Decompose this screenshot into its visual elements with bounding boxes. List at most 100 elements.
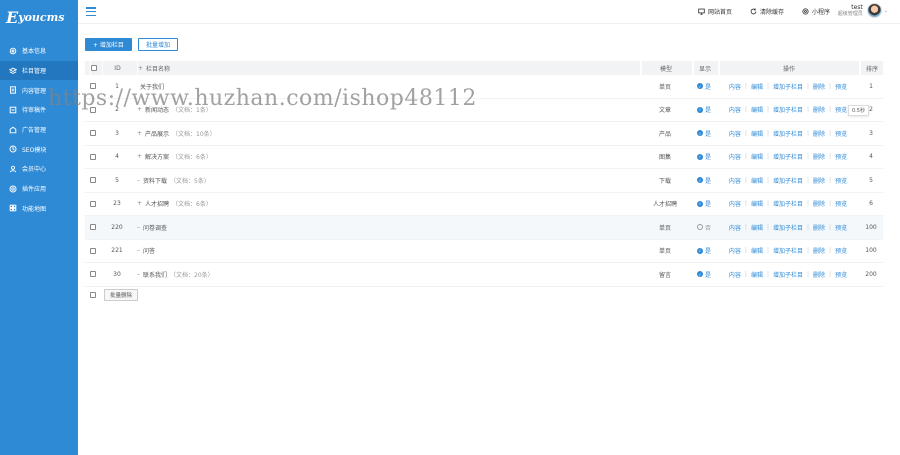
select-all-checkbox[interactable] bbox=[91, 65, 97, 71]
expand-toggle-icon[interactable]: – bbox=[137, 247, 140, 254]
sidebar-item-member[interactable]: 会员中心 bbox=[0, 159, 78, 179]
chevron-down-icon[interactable]: ⌄ bbox=[884, 8, 888, 14]
sidebar-item-pending[interactable]: 待审稿件 bbox=[0, 100, 78, 120]
footer-select-all-checkbox[interactable] bbox=[90, 292, 96, 298]
delete-link[interactable]: 删除 bbox=[813, 270, 825, 279]
delete-link[interactable]: 删除 bbox=[813, 129, 825, 138]
column-name[interactable]: 新闻动态 bbox=[145, 105, 169, 114]
expand-toggle-icon[interactable]: + bbox=[137, 106, 142, 113]
edit-link[interactable]: 编辑 bbox=[751, 152, 763, 161]
content-link[interactable]: 内容 bbox=[729, 176, 741, 185]
column-name[interactable]: 人才招聘 bbox=[145, 199, 169, 208]
miniapp-link[interactable]: 小程序 bbox=[802, 7, 830, 16]
sort-input[interactable]: 100 bbox=[861, 245, 881, 257]
expand-toggle-icon[interactable]: + bbox=[137, 153, 142, 160]
content-link[interactable]: 内容 bbox=[729, 223, 741, 232]
add-subcolumn-link[interactable]: 增加子栏目 bbox=[773, 223, 803, 232]
sidebar-item-basic-info[interactable]: 基本信息 bbox=[0, 41, 78, 61]
preview-link[interactable]: 预览 bbox=[835, 223, 847, 232]
batch-add-button[interactable]: 批量增加 bbox=[137, 38, 178, 51]
preview-link[interactable]: 预览 bbox=[835, 105, 847, 114]
content-link[interactable]: 内容 bbox=[729, 270, 741, 279]
preview-link[interactable]: 预览 bbox=[835, 82, 847, 91]
sidebar-item-plugins[interactable]: 插件应用 bbox=[0, 179, 78, 199]
row-checkbox[interactable] bbox=[90, 200, 96, 207]
row-checkbox[interactable] bbox=[90, 247, 96, 254]
add-subcolumn-link[interactable]: 增加子栏目 bbox=[773, 246, 803, 255]
preview-link[interactable]: 预览 bbox=[835, 270, 847, 279]
visible-toggle[interactable]: ✓ 是 bbox=[696, 270, 711, 279]
content-link[interactable]: 内容 bbox=[729, 82, 741, 91]
edit-link[interactable]: 编辑 bbox=[751, 270, 763, 279]
edit-link[interactable]: 编辑 bbox=[751, 246, 763, 255]
preview-link[interactable]: 预览 bbox=[835, 246, 847, 255]
delete-link[interactable]: 删除 bbox=[813, 176, 825, 185]
add-subcolumn-link[interactable]: 增加子栏目 bbox=[773, 82, 803, 91]
sidebar-item-function-map[interactable]: 功能地图 bbox=[0, 199, 78, 219]
row-checkbox[interactable] bbox=[90, 271, 96, 278]
column-name[interactable]: 联系我们 bbox=[143, 270, 167, 279]
delete-link[interactable]: 删除 bbox=[813, 246, 825, 255]
row-checkbox[interactable] bbox=[90, 83, 96, 90]
expand-toggle-icon[interactable]: – bbox=[137, 224, 140, 231]
delete-link[interactable]: 删除 bbox=[813, 152, 825, 161]
sort-input[interactable]: 3 bbox=[861, 127, 881, 139]
sidebar-item-ads[interactable]: 广告管理 bbox=[0, 120, 78, 140]
sidebar-item-column-manage[interactable]: 栏目管理 bbox=[0, 60, 78, 81]
edit-link[interactable]: 编辑 bbox=[751, 199, 763, 208]
delete-link[interactable]: 删除 bbox=[813, 199, 825, 208]
edit-link[interactable]: 编辑 bbox=[751, 105, 763, 114]
preview-link[interactable]: 预览 bbox=[835, 152, 847, 161]
user-menu[interactable]: test 超级管理员 ⌄ bbox=[838, 3, 888, 18]
add-subcolumn-link[interactable]: 增加子栏目 bbox=[773, 152, 803, 161]
content-link[interactable]: 内容 bbox=[729, 246, 741, 255]
expand-all-icon[interactable]: + bbox=[138, 65, 143, 72]
content-link[interactable]: 内容 bbox=[729, 129, 741, 138]
add-subcolumn-link[interactable]: 增加子栏目 bbox=[773, 199, 803, 208]
delete-link[interactable]: 删除 bbox=[813, 82, 825, 91]
edit-link[interactable]: 编辑 bbox=[751, 129, 763, 138]
preview-link[interactable]: 预览 bbox=[835, 129, 847, 138]
delete-link[interactable]: 删除 bbox=[813, 223, 825, 232]
visible-toggle[interactable]: ✓ 是 bbox=[696, 82, 711, 91]
sort-input[interactable]: 100 bbox=[861, 221, 881, 233]
add-subcolumn-link[interactable]: 增加子栏目 bbox=[773, 105, 803, 114]
row-checkbox[interactable] bbox=[90, 153, 96, 160]
visible-toggle[interactable]: ✓ 是 bbox=[696, 246, 711, 255]
visible-toggle[interactable]: ✓ 是 bbox=[696, 199, 711, 208]
visible-toggle[interactable]: 否 bbox=[696, 223, 711, 232]
expand-toggle-icon[interactable]: + bbox=[137, 130, 142, 137]
batch-delete-button[interactable]: 批量删除 bbox=[104, 289, 139, 301]
row-checkbox[interactable] bbox=[90, 177, 96, 184]
edit-link[interactable]: 编辑 bbox=[751, 223, 763, 232]
preview-link[interactable]: 预览 bbox=[835, 199, 847, 208]
visible-toggle[interactable]: ✓ 是 bbox=[696, 129, 711, 138]
delete-link[interactable]: 删除 bbox=[813, 105, 825, 114]
preview-link[interactable]: 预览 bbox=[835, 176, 847, 185]
visible-toggle[interactable]: ✓ 是 bbox=[696, 105, 711, 114]
clear-cache-link[interactable]: 清除缓存 bbox=[750, 7, 784, 16]
add-subcolumn-link[interactable]: 增加子栏目 bbox=[773, 129, 803, 138]
avatar[interactable] bbox=[866, 3, 882, 18]
expand-toggle-icon[interactable]: – bbox=[137, 271, 140, 278]
content-link[interactable]: 内容 bbox=[729, 152, 741, 161]
expand-toggle-icon[interactable]: + bbox=[137, 200, 142, 207]
row-checkbox[interactable] bbox=[90, 224, 96, 231]
sort-input[interactable]: 6 bbox=[861, 198, 881, 210]
add-subcolumn-link[interactable]: 增加子栏目 bbox=[773, 270, 803, 279]
column-name[interactable]: 资料下载 bbox=[143, 176, 167, 185]
column-name[interactable]: 问答 bbox=[143, 246, 155, 255]
visible-toggle[interactable]: ✓ 是 bbox=[696, 152, 711, 161]
edit-link[interactable]: 编辑 bbox=[751, 82, 763, 91]
column-name[interactable]: 产品展示 bbox=[145, 129, 169, 138]
row-checkbox[interactable] bbox=[90, 106, 96, 113]
column-name[interactable]: 问卷调查 bbox=[143, 223, 167, 232]
logo[interactable]: E youcms bbox=[0, 0, 78, 34]
sidebar-item-content-manage[interactable]: 内容管理 bbox=[0, 80, 78, 100]
sort-input[interactable]: 5 bbox=[861, 174, 881, 186]
content-link[interactable]: 内容 bbox=[729, 199, 741, 208]
content-link[interactable]: 内容 bbox=[729, 105, 741, 114]
column-name[interactable]: 关于我们 bbox=[140, 82, 164, 91]
home-link[interactable]: 网站首页 bbox=[698, 7, 732, 16]
menu-toggle-icon[interactable] bbox=[86, 7, 96, 17]
